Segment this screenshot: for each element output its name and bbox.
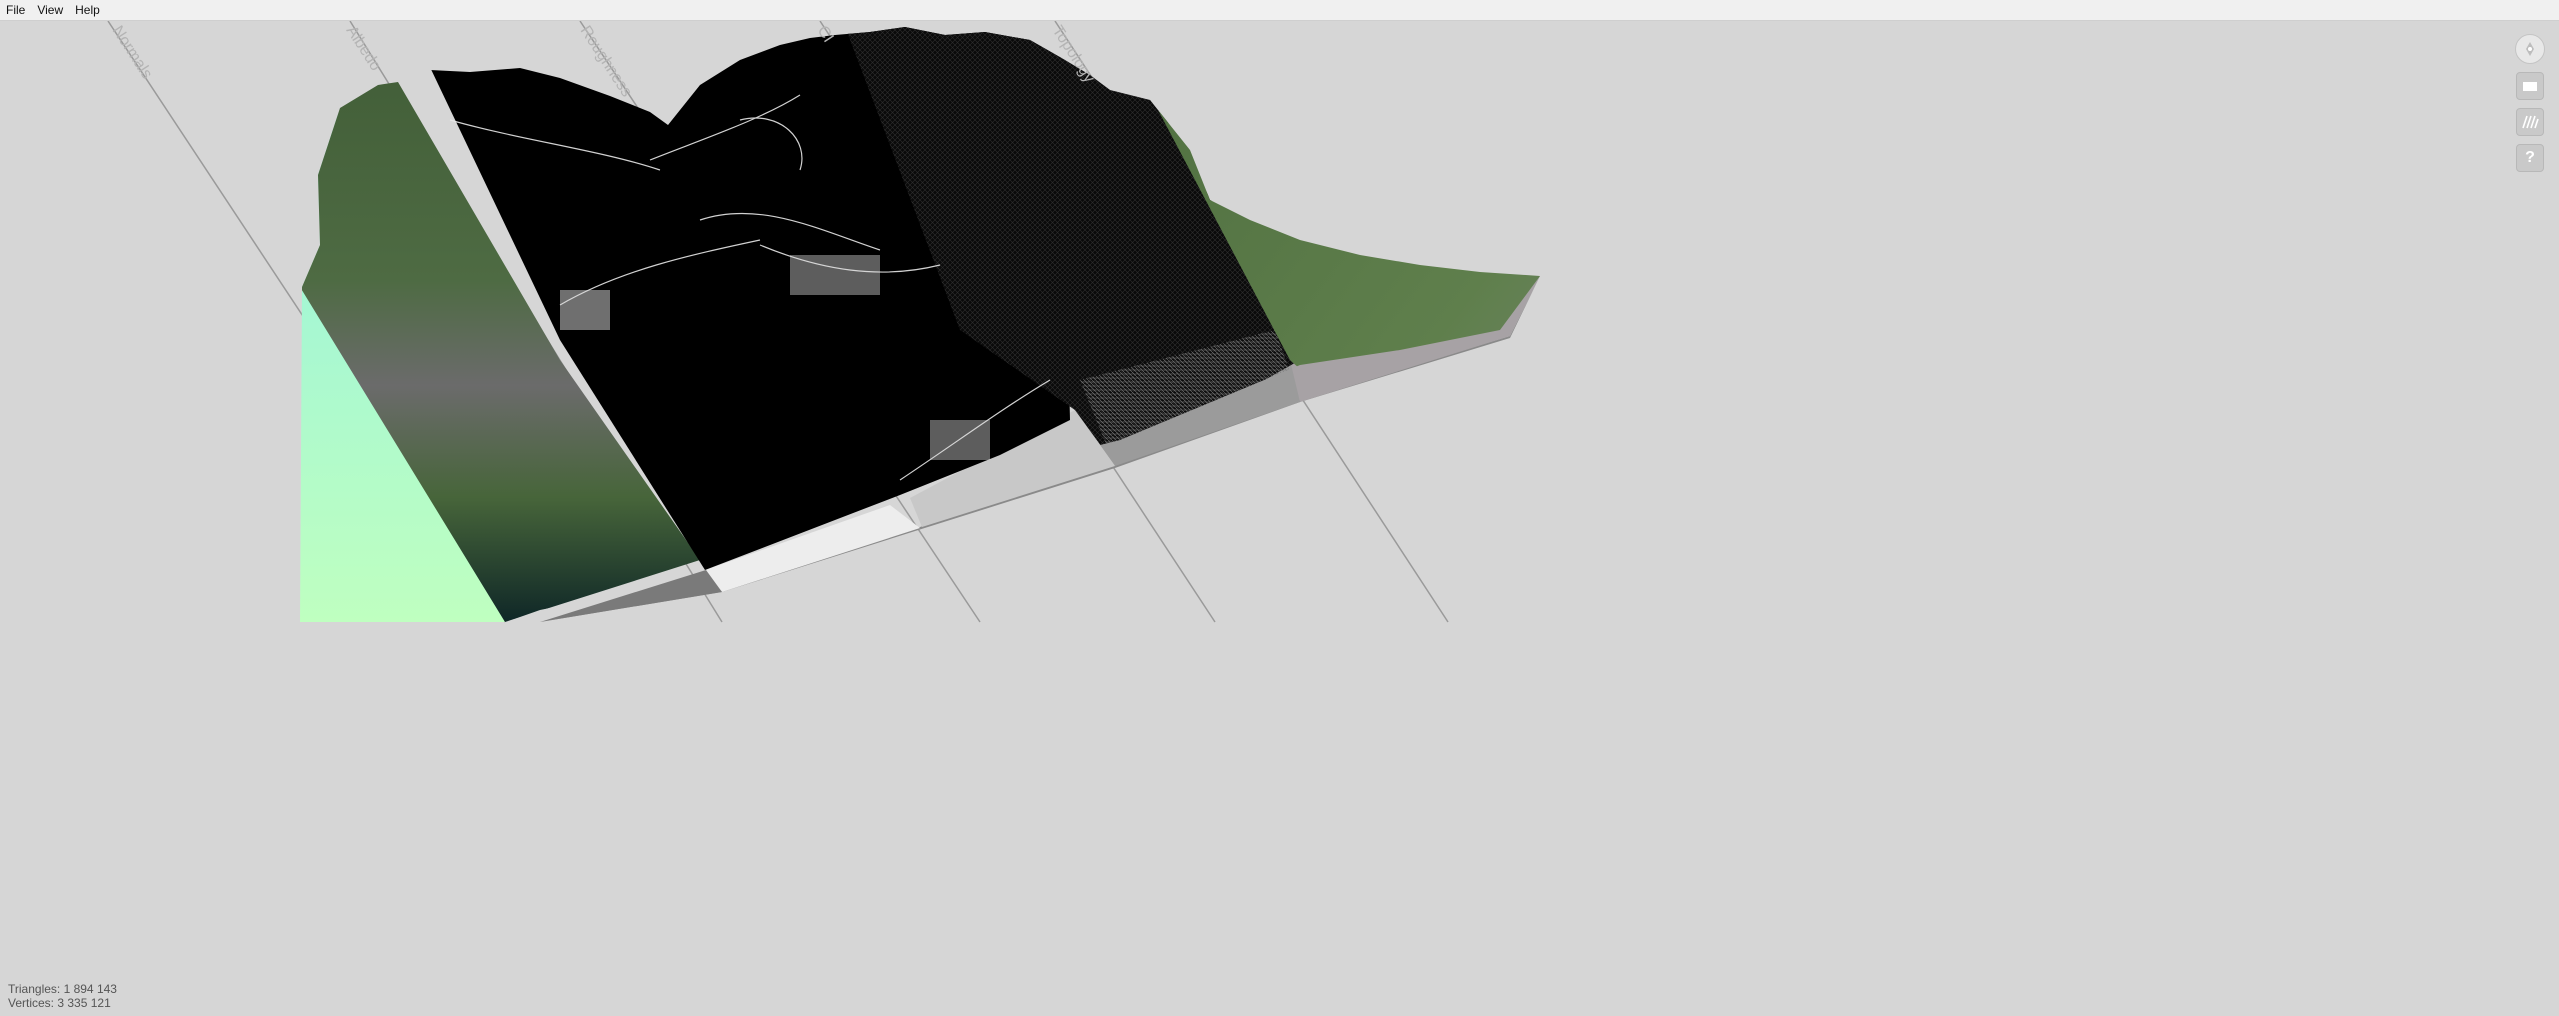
- menu-help[interactable]: Help: [69, 0, 106, 21]
- help-icon[interactable]: ?: [2516, 144, 2544, 172]
- 3d-viewport[interactable]: Normals Albedo Roughness CI Topology: [0, 21, 2559, 1016]
- render-stats: Triangles: 1 894 143 Vertices: 3 335 121: [8, 982, 117, 1010]
- stripes-icon[interactable]: [2516, 108, 2544, 136]
- layer-icon[interactable]: [2516, 72, 2544, 100]
- menu-bar: File View Help: [0, 0, 2559, 21]
- menu-view[interactable]: View: [31, 0, 69, 21]
- slice-label-albedo: Albedo: [343, 23, 384, 74]
- triangles-count: Triangles: 1 894 143: [8, 982, 117, 996]
- vertices-count: Vertices: 3 335 121: [8, 996, 111, 1010]
- view-toolbar: ?: [2513, 34, 2547, 172]
- compass-icon[interactable]: [2515, 34, 2545, 64]
- menu-file[interactable]: File: [0, 0, 31, 21]
- terrain-render: Normals Albedo Roughness CI Topology: [107, 21, 1540, 623]
- slice-label-normals: Normals: [109, 23, 156, 82]
